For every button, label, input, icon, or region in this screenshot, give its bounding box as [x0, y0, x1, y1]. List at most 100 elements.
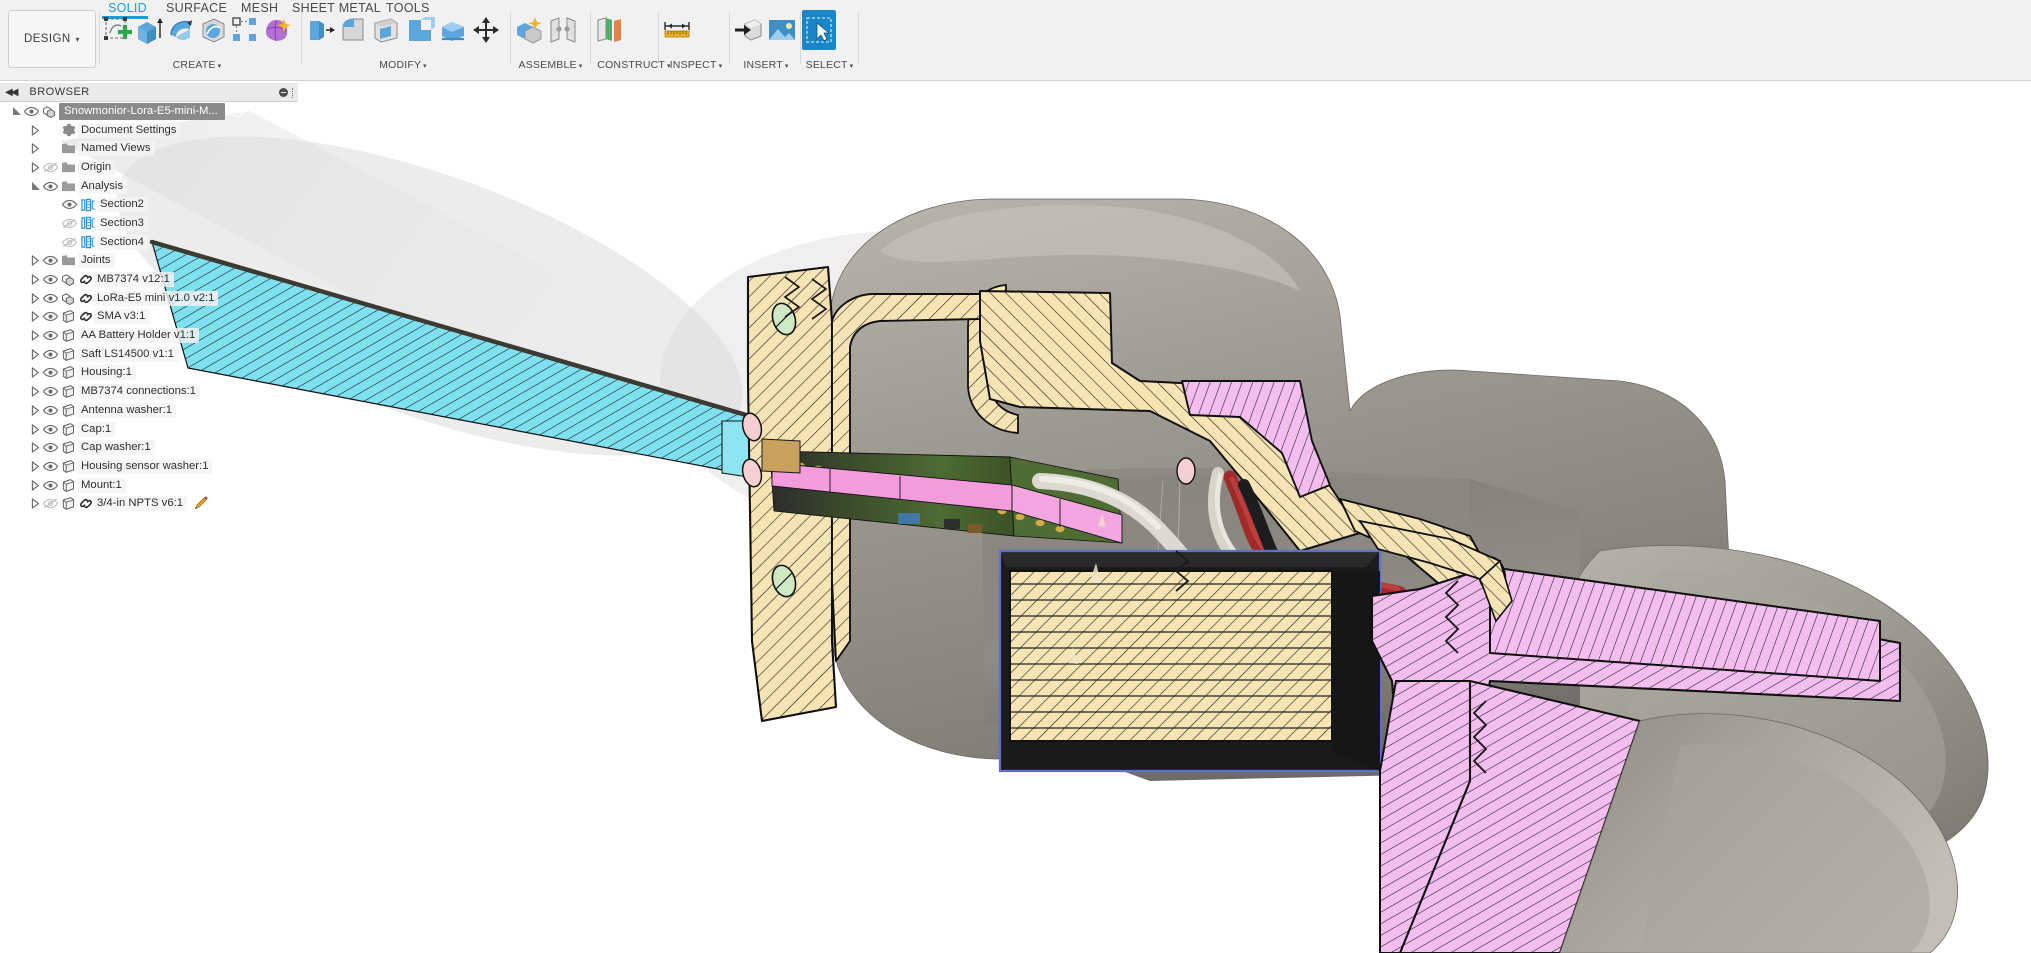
3d-viewport[interactable] [0, 81, 2031, 953]
ribbon-group-create: CREATE ▾ [101, 10, 293, 72]
browser-panel[interactable]: ◀◀ BROWSER Snowmonior-Lora-E5-mini-M... D… [0, 83, 298, 513]
tree-row-root[interactable]: Snowmonior-Lora-E5-mini-M... [0, 102, 298, 121]
chevron-right-icon[interactable] [29, 308, 42, 326]
chevron-down-icon[interactable] [10, 102, 23, 120]
tree-row-npts[interactable]: 3/4-in NPTS v6:1 [0, 494, 298, 513]
chevron-right-icon[interactable] [29, 457, 42, 475]
chevron-right-icon[interactable] [29, 401, 42, 419]
tree-row-views[interactable]: Named Views [0, 139, 298, 158]
radio-dot-icon[interactable] [231, 104, 246, 119]
tree-row-capwash[interactable]: Cap washer:1 [0, 438, 298, 457]
tree-row-section2[interactable]: Section2 [0, 195, 298, 214]
new-component-button[interactable] [512, 10, 546, 50]
eye-visible-icon[interactable] [42, 308, 59, 326]
chevron-right-icon[interactable] [29, 289, 42, 307]
tree-row-mb7374[interactable]: MB7374 v12:1 [0, 270, 298, 289]
create-form-button[interactable] [261, 10, 293, 50]
panel-resize-handle[interactable] [292, 87, 294, 98]
tree-row-mbconn[interactable]: MB7374 connections:1 [0, 382, 298, 401]
eye-visible-icon[interactable] [42, 271, 59, 289]
ribbon-group-label-create[interactable]: CREATE ▾ [101, 59, 293, 71]
tree-row-sma[interactable]: SMA v3:1 [0, 308, 298, 327]
eye-visible-icon[interactable] [42, 439, 59, 457]
press-pull-button[interactable] [303, 10, 336, 50]
extrude-button[interactable] [133, 10, 165, 50]
eye-hidden-icon[interactable] [42, 158, 59, 176]
ribbon-group-label-modify[interactable]: MODIFY ▾ [303, 59, 503, 71]
chevron-right-icon[interactable] [29, 121, 42, 139]
chevron-right-icon[interactable] [29, 383, 42, 401]
eye-hidden-icon[interactable] [61, 214, 78, 232]
browser-panel-header[interactable]: ◀◀ BROWSER [0, 83, 298, 102]
chevron-right-icon[interactable] [29, 364, 42, 382]
tree-row-cap[interactable]: Cap:1 [0, 420, 298, 439]
chevron-right-icon[interactable] [29, 439, 42, 457]
sweep-button[interactable] [197, 10, 229, 50]
tree-row-analysis[interactable]: Analysis [0, 177, 298, 196]
eye-visible-icon[interactable] [42, 401, 59, 419]
tree-row-section4[interactable]: Section4 [0, 233, 298, 252]
measure-button[interactable] [660, 10, 694, 50]
chevron-right-icon[interactable] [29, 327, 42, 345]
tree-row-saft[interactable]: Saft LS14500 v1:1 [0, 345, 298, 364]
tree-row-mount[interactable]: Mount:1 [0, 476, 298, 495]
tree-row-section3[interactable]: Section3 [0, 214, 298, 233]
browser-tree[interactable]: Snowmonior-Lora-E5-mini-M... Document Set… [0, 102, 298, 513]
chevron-right-icon[interactable] [29, 420, 42, 438]
eye-hidden-icon[interactable] [61, 233, 78, 251]
eye-visible-icon[interactable] [42, 177, 59, 195]
chevron-right-icon[interactable] [29, 495, 42, 513]
revolve-button[interactable] [165, 10, 197, 50]
tree-row-origin[interactable]: Origin [0, 158, 298, 177]
chevron-right-icon[interactable] [29, 252, 42, 270]
tree-row-aaholder[interactable]: AA Battery Holder v1:1 [0, 326, 298, 345]
tree-row-antwash[interactable]: Antenna washer:1 [0, 401, 298, 420]
select-tool-button[interactable] [802, 10, 836, 50]
chevron-right-icon[interactable] [29, 140, 42, 158]
tree-row-housing[interactable]: Housing:1 [0, 364, 298, 383]
collapse-panel-icon[interactable]: ◀◀ [5, 87, 18, 98]
eye-visible-icon[interactable] [42, 252, 59, 270]
tree-row-label: Cap:1 [78, 421, 116, 437]
eye-visible-icon[interactable] [42, 476, 59, 494]
offset-face-button[interactable] [436, 10, 469, 50]
chevron-right-icon[interactable] [29, 158, 42, 176]
move-copy-button[interactable] [470, 10, 503, 50]
offset-plane-button[interactable] [592, 10, 626, 50]
tree-row-lora[interactable]: LoRa-E5 mini v1.0 v2:1 [0, 289, 298, 308]
tree-row-docset[interactable]: Document Settings [0, 121, 298, 140]
combine-button[interactable] [403, 10, 436, 50]
eye-visible-icon[interactable] [42, 289, 59, 307]
chevron-right-icon[interactable] [29, 271, 42, 289]
create-sketch-button[interactable] [101, 10, 133, 50]
shell-button[interactable] [370, 10, 403, 50]
rectangular-pattern-button[interactable] [229, 10, 261, 50]
tree-row-hswash[interactable]: Housing sensor washer:1 [0, 457, 298, 476]
eye-visible-icon[interactable] [42, 420, 59, 438]
battery-assembly[interactable] [998, 549, 1382, 773]
tree-row-joints[interactable]: Joints [0, 252, 298, 271]
workspace-switcher[interactable]: DESIGN ▾ [8, 10, 96, 68]
chevron-right-icon[interactable] [29, 476, 42, 494]
ribbon-group-label-insert[interactable]: INSERT ▾ [731, 59, 801, 71]
eye-visible-icon[interactable] [42, 327, 59, 345]
pencil-icon[interactable] [191, 495, 209, 513]
fillet-button[interactable] [336, 10, 369, 50]
eye-visible-icon[interactable] [61, 196, 78, 214]
ribbon-group-label-select[interactable]: SELECT ▾ [802, 59, 857, 71]
insert-derive-button[interactable] [731, 10, 765, 50]
ribbon-group-label-assemble[interactable]: ASSEMBLE ▾ [512, 59, 589, 71]
joint-button[interactable] [546, 10, 580, 50]
ribbon-group-label-inspect[interactable]: INSPECT ▾ [660, 59, 732, 71]
eye-visible-icon[interactable] [42, 364, 59, 382]
chevron-down-icon[interactable] [29, 177, 42, 195]
eye-visible-icon[interactable] [42, 383, 59, 401]
eye-visible-icon[interactable] [42, 457, 59, 475]
insert-canvas-button[interactable] [765, 10, 799, 50]
cad-model-render[interactable] [0, 81, 2031, 953]
eye-visible-icon[interactable] [23, 102, 40, 120]
chevron-right-icon[interactable] [29, 345, 42, 363]
collapse-all-icon[interactable] [279, 88, 288, 97]
eye-visible-icon[interactable] [42, 345, 59, 363]
eye-hidden-icon[interactable] [42, 495, 59, 513]
